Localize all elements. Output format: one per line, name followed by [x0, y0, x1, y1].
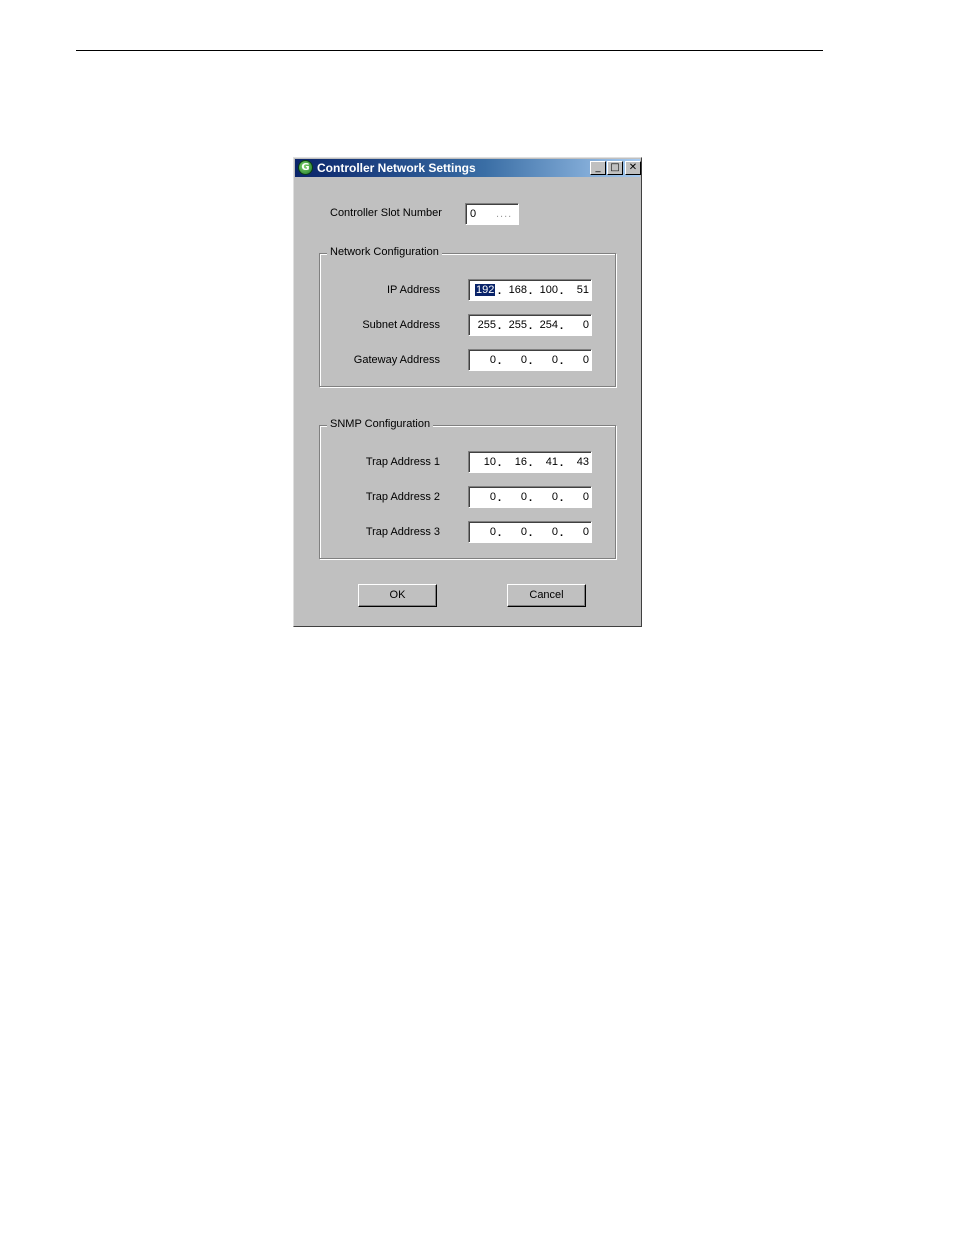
octet-2: 168: [508, 284, 527, 296]
octet-separator: .: [560, 320, 564, 332]
maximize-button[interactable]: □: [607, 161, 623, 175]
octet-separator: .: [529, 457, 533, 469]
octet-2: 0: [520, 491, 527, 503]
slot-number-value: 0: [470, 208, 477, 220]
octet-4: 0: [582, 491, 589, 503]
trap-address-1-label: Trap Address 1: [365, 456, 440, 468]
octet-3: 0: [551, 526, 558, 538]
octet-separator: .: [560, 457, 564, 469]
title-bar[interactable]: G Controller Network Settings _ □ ✕: [295, 159, 641, 177]
slot-number-input[interactable]: 0 ....: [465, 203, 519, 225]
octet-2: 255: [508, 319, 527, 331]
octet-separator: .: [498, 527, 502, 539]
octet-1: 255: [477, 319, 496, 331]
octet-4: 51: [576, 284, 589, 296]
trap-address-1-field[interactable]: 10. 16. 41. 43: [468, 451, 592, 473]
octet-separator: .: [498, 492, 502, 504]
trap-address-3-field[interactable]: 0.0.0.0: [468, 521, 592, 543]
octet-2: 16: [514, 456, 527, 468]
ip-address-field[interactable]: 192. 168. 100. 51: [468, 279, 592, 301]
page-header-rule: [76, 50, 823, 51]
octet-separator: .: [498, 457, 502, 469]
slot-number-label: Controller Slot Number: [330, 207, 442, 219]
octet-3: 41: [545, 456, 558, 468]
octet-3: 100: [539, 284, 558, 296]
window-title: Controller Network Settings: [317, 161, 476, 175]
octet-separator: .: [560, 492, 564, 504]
close-button[interactable]: ✕: [625, 161, 641, 175]
octet-4: 0: [582, 319, 589, 331]
octet-separator: .: [560, 355, 564, 367]
octet-1: 0: [489, 491, 496, 503]
octet-separator: .: [529, 285, 533, 297]
subnet-address-field[interactable]: 255. 255. 254. 0: [468, 314, 592, 336]
controller-network-settings-dialog: G Controller Network Settings _ □ ✕ Cont…: [293, 157, 642, 627]
octet-separator: .: [560, 285, 564, 297]
trap-address-2-field[interactable]: 0.0.0.0: [468, 486, 592, 508]
octet-separator: .: [529, 527, 533, 539]
octet-separator: .: [529, 355, 533, 367]
ip-address-label: IP Address: [387, 284, 440, 296]
octet-2: 0: [520, 526, 527, 538]
octet-4: 0: [582, 354, 589, 366]
ok-button[interactable]: OK: [358, 584, 437, 607]
octet-3: 0: [551, 491, 558, 503]
network-configuration-title: Network Configuration: [327, 246, 442, 258]
trap-address-2-label: Trap Address 2: [365, 491, 440, 503]
octet-separator: .: [498, 355, 502, 367]
octet-separator: .: [529, 320, 533, 332]
octet-1: 10: [483, 456, 496, 468]
cancel-button[interactable]: Cancel: [507, 584, 586, 607]
octet-separator: .: [560, 527, 564, 539]
snmp-configuration-title: SNMP Configuration: [327, 418, 434, 430]
octet-separator: .: [498, 285, 502, 297]
octet-4: 0: [582, 526, 589, 538]
trap-address-3-label: Trap Address 3: [365, 526, 440, 538]
octet-1: 0: [489, 526, 496, 538]
gateway-address-field[interactable]: 0.0.0.0: [468, 349, 592, 371]
subnet-address-label: Subnet Address: [362, 319, 440, 331]
octet-3: 254: [539, 319, 558, 331]
grass-valley-g-icon: G: [298, 160, 313, 175]
gateway-address-label: Gateway Address: [353, 354, 440, 366]
slot-number-placeholder-dots: ....: [496, 208, 513, 220]
octet-separator: .: [498, 320, 502, 332]
octet-1: 0: [489, 354, 496, 366]
minimize-button[interactable]: _: [590, 161, 606, 175]
octet-1-selected: 192: [475, 284, 496, 296]
octet-2: 0: [520, 354, 527, 366]
octet-separator: .: [529, 492, 533, 504]
octet-4: 43: [576, 456, 589, 468]
octet-3: 0: [551, 354, 558, 366]
